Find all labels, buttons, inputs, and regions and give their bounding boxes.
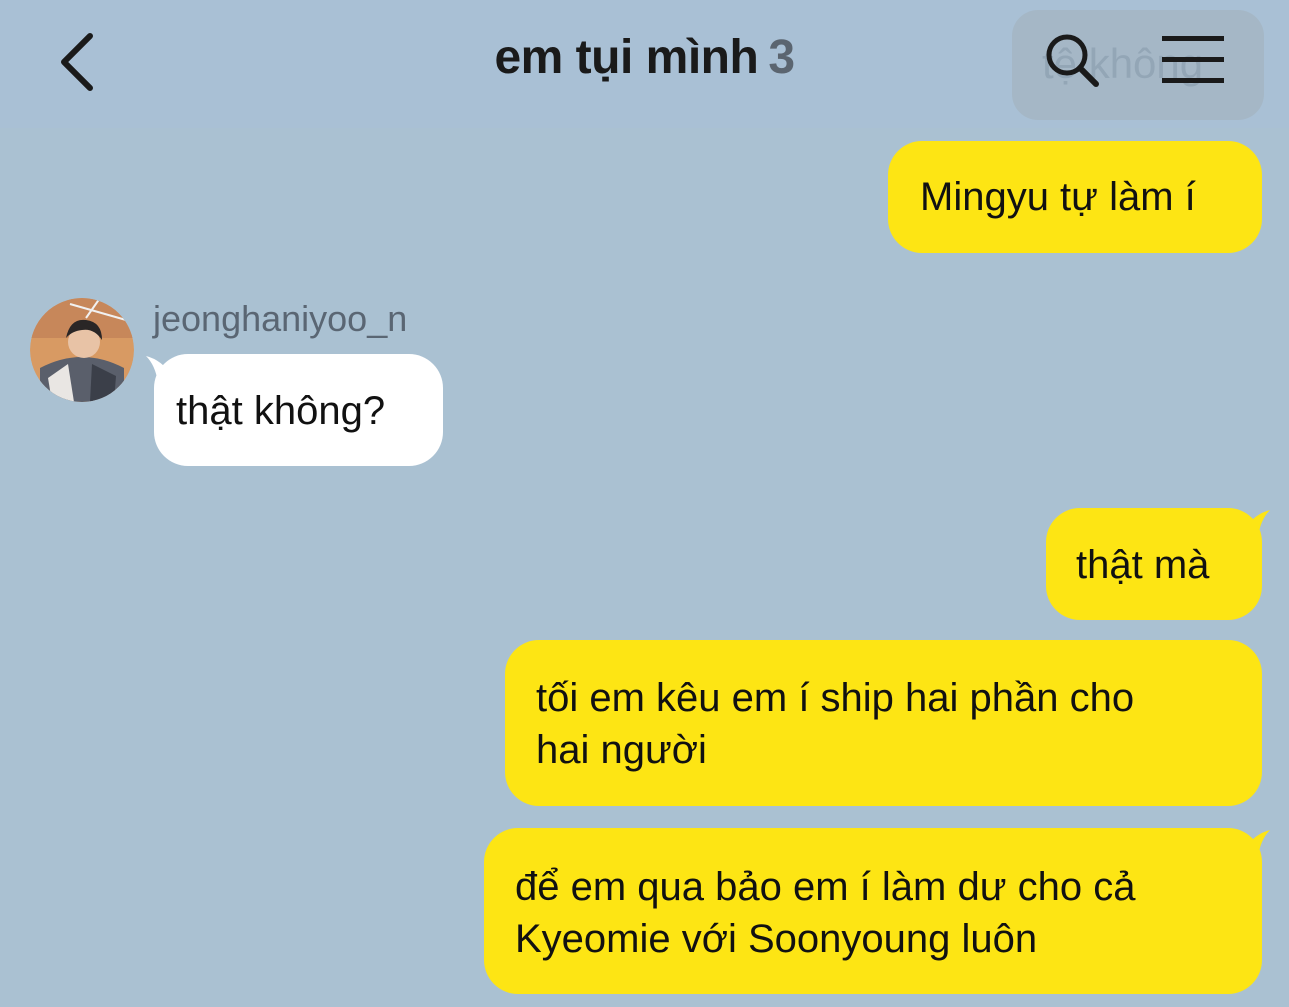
menu-button[interactable] <box>1160 34 1226 86</box>
message-bubble-sent[interactable]: để em qua bảo em í làm dư cho cả Kyeomie… <box>484 828 1262 994</box>
avatar-photo <box>30 298 134 402</box>
chat-title-text: em tụi mình <box>494 31 759 84</box>
sender-name: jeonghaniyoo_n <box>153 298 408 339</box>
avatar[interactable] <box>30 298 134 402</box>
back-button[interactable] <box>50 28 110 96</box>
message-text-line: Kyeomie với Soonyoung luôn <box>515 917 1038 961</box>
message-bubble-sent[interactable]: Mingyu tự làm í <box>888 141 1262 253</box>
message-bubble-sent[interactable]: tối em kêu em í ship hai phần cho hai ng… <box>505 640 1262 806</box>
search-icon <box>1046 34 1099 87</box>
message-text-line: hai người <box>536 728 707 772</box>
message-text-line: để em qua bảo em í làm dư cho cả <box>515 865 1136 909</box>
message-text: Mingyu tự làm í <box>920 175 1196 219</box>
message-bubble-sent[interactable]: thật mà <box>1046 508 1262 620</box>
member-count: 3 <box>768 31 795 84</box>
message-text-line: tối em kêu em í ship hai phần cho <box>536 676 1135 720</box>
chat-header: em tụi mình 3 tệ không <box>0 0 1289 128</box>
chevron-left-icon <box>61 33 93 91</box>
message-bubble-received[interactable]: thật không? <box>154 354 443 466</box>
message-text: thật mà <box>1076 543 1210 587</box>
hamburger-menu-icon <box>1162 36 1224 83</box>
search-button[interactable] <box>1042 30 1102 90</box>
message-text: thật không? <box>176 389 386 433</box>
